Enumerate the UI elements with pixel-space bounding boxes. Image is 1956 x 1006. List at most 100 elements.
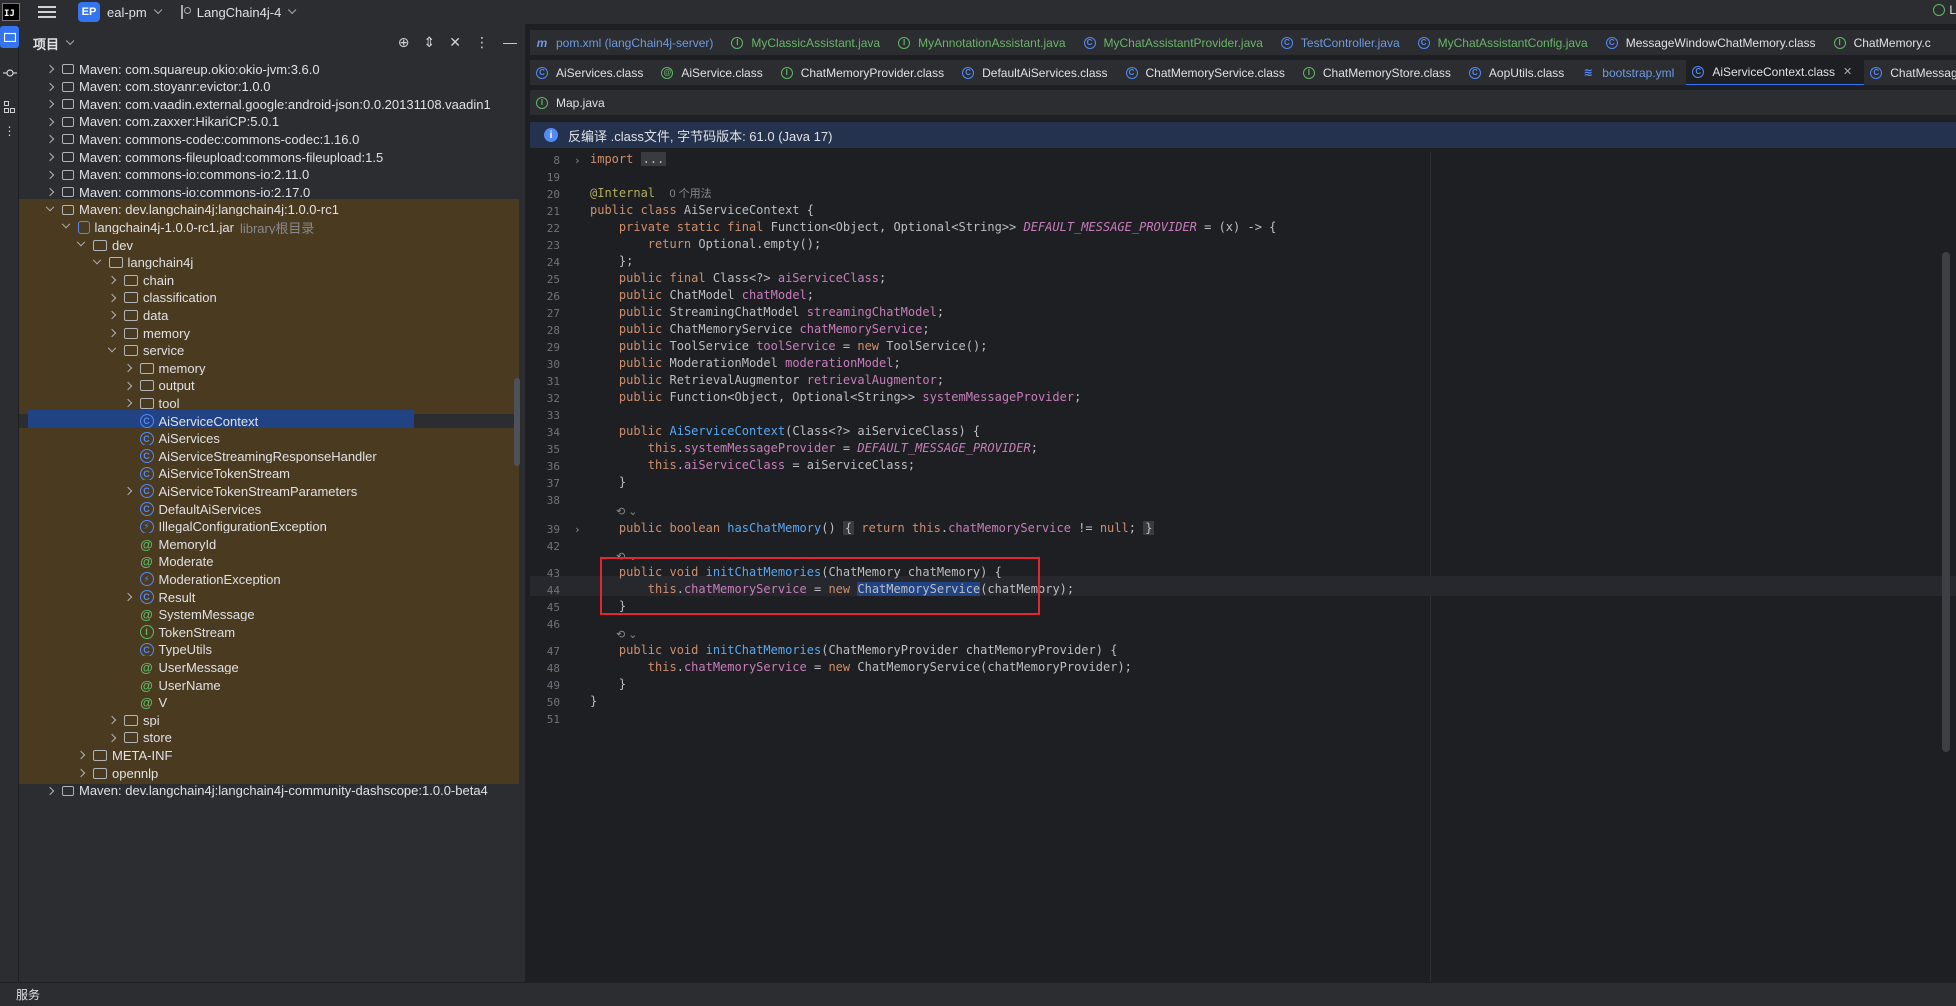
chevron-down-icon[interactable]	[65, 36, 75, 46]
tree-item-label: DefaultAiServices	[158, 501, 262, 517]
chevron-right-icon[interactable]	[44, 186, 56, 198]
line-number: 31	[546, 375, 560, 388]
titlebar-right[interactable]: L	[1933, 3, 1956, 17]
code-editor[interactable]: 8 19 20 21 22 23 24 25 26 27 28 29 30 31 32 33 34 35 36 37 3…	[530, 152, 1956, 982]
project-panel-title[interactable]: 项目	[33, 34, 59, 53]
chevron-right-icon[interactable]	[44, 116, 56, 128]
minimize-icon[interactable]: —	[503, 34, 517, 51]
chevron-down-icon[interactable]	[44, 204, 56, 216]
fold-toggle-icon[interactable]: ›	[574, 154, 581, 167]
branch-name[interactable]: LangChain4j-4	[197, 5, 282, 20]
chevron-right-icon[interactable]	[122, 397, 134, 409]
chevron-right-icon[interactable]	[44, 63, 56, 75]
editor-tab[interactable]: I ChatMemory.c	[1828, 30, 1943, 55]
editor-tab[interactable]: m pom.xml (langChain4j-server)	[530, 30, 725, 55]
editor-tab[interactable]: I Map.java	[530, 90, 617, 115]
chevron-right-icon[interactable]	[44, 169, 56, 181]
chevron-down-icon[interactable]	[288, 5, 297, 15]
chevron-right-icon[interactable]	[44, 785, 56, 797]
tree-item-label: memory	[143, 325, 190, 341]
close-tab-icon[interactable]: ✕	[1843, 65, 1852, 78]
chevron-right-icon[interactable]	[106, 714, 118, 726]
class-icon: C	[1692, 65, 1705, 78]
chevron-down-icon[interactable]	[91, 257, 103, 269]
editor-tab[interactable]: C AiServiceContext.class ✕	[1686, 60, 1865, 85]
editor-area: m pom.xml (langChain4j-server) I MyClassicA…	[530, 24, 1956, 982]
fold-toggle-icon[interactable]: ›	[574, 523, 581, 536]
services-label[interactable]: 服务	[16, 986, 40, 1003]
chevron-right-icon[interactable]	[106, 292, 118, 304]
chevron-right-icon[interactable]	[106, 309, 118, 321]
editor-tab[interactable]: C MyChatAssistantConfig.java	[1412, 30, 1600, 55]
editor-tab[interactable]: C MessageWindowChatMemory.class	[1600, 30, 1828, 55]
chevron-right-icon[interactable]	[44, 81, 56, 93]
expand-collapse-icon[interactable]: ⇕	[424, 34, 436, 51]
editor-tab[interactable]: I MyClassicAssistant.java	[725, 30, 892, 55]
editor-tab[interactable]: I MyAnnotationAssistant.java	[892, 30, 1077, 55]
tree-item-label: MemoryId	[158, 536, 217, 552]
line-number: 26	[546, 290, 560, 303]
chevron-right-icon[interactable]	[44, 151, 56, 163]
chevron-down-icon[interactable]	[153, 5, 163, 15]
options-icon[interactable]: ⋮	[475, 34, 489, 51]
chevron-right-icon[interactable]	[122, 362, 134, 374]
line-number: 19	[546, 171, 560, 184]
tree-scrollbar[interactable]	[514, 378, 520, 466]
editor-tab[interactable]: @ AiService.class	[655, 60, 774, 85]
editor-tab[interactable]: I ChatMemoryProvider.class	[775, 60, 956, 85]
editor-scrollbar[interactable]	[1942, 252, 1950, 752]
project-panel-header: 项目 ⊕ ⇕ ✕ ⋮ —	[19, 24, 525, 62]
tree-item-label: SystemMessage	[158, 607, 255, 623]
editor-tab[interactable]: ≋ bootstrap.yml	[1576, 60, 1686, 85]
locate-icon[interactable]: ⊕	[398, 34, 410, 51]
editor-tab[interactable]: C ChatMemoryService.class	[1120, 60, 1297, 85]
class-icon: C	[1417, 36, 1430, 49]
project-badge[interactable]: EP	[78, 2, 100, 22]
chevron-right-icon[interactable]	[106, 274, 118, 286]
editor-tab[interactable]: I ChatMemoryStore.class	[1297, 60, 1463, 85]
chevron-right-icon[interactable]	[75, 749, 87, 761]
chevron-right-icon[interactable]	[122, 485, 134, 497]
editor-tab[interactable]: C TestController.java	[1275, 30, 1412, 55]
structure-tool-button[interactable]	[0, 96, 19, 118]
more-icon: ⋮	[3, 124, 16, 138]
tree-item-label: tool	[158, 395, 180, 411]
chevron-down-icon[interactable]	[75, 239, 87, 251]
code-line: this.chatMemoryService = new ChatMemoryS…	[647, 660, 1132, 674]
more-tools-button[interactable]: ⋮	[0, 120, 19, 142]
commit-tool-button[interactable]	[0, 62, 19, 84]
chevron-right-icon[interactable]	[44, 98, 56, 110]
editor-tab[interactable]: C MyChatAssistantProvider.java	[1078, 30, 1275, 55]
line-number: 20	[546, 188, 560, 201]
folder-icon	[93, 239, 107, 251]
intellij-logo[interactable]: IJ	[2, 3, 20, 21]
chevron-right-icon[interactable]	[106, 327, 118, 339]
chevron-right-icon[interactable]	[122, 591, 134, 603]
editor-tab[interactable]: C DefaultAiServices.class	[956, 60, 1119, 85]
library-icon	[62, 152, 74, 162]
chevron-down-icon[interactable]	[106, 345, 118, 357]
chevron-right-icon[interactable]	[106, 732, 118, 744]
project-name[interactable]: eal-pm	[107, 5, 147, 20]
annotation-icon: @	[140, 536, 153, 552]
chevron-down-icon[interactable]	[60, 221, 72, 233]
editor-tab[interactable]: C AiServices.class	[530, 60, 655, 85]
close-icon[interactable]: ✕	[449, 34, 461, 51]
chevron-right-icon[interactable]	[75, 767, 87, 779]
tree-item-label: Maven: dev.langchain4j:langchain4j-commu…	[79, 783, 488, 799]
exception-icon: ⚡	[139, 572, 154, 587]
folder-icon	[124, 309, 138, 321]
editor-tab[interactable]: C AopUtils.class	[1463, 60, 1576, 85]
editor-tab[interactable]: C ChatMessage	[1864, 60, 1956, 85]
project-tool-button[interactable]	[0, 26, 19, 48]
main-menu-icon[interactable]	[38, 6, 56, 18]
tree-item[interactable]: Maven: dev.langchain4j:langchain4j-commu…	[19, 780, 519, 802]
chevron-right-icon[interactable]	[44, 133, 56, 145]
annotation-icon: @	[661, 66, 674, 79]
tree-item-label: Maven: com.stoyanr:evictor:1.0.0	[79, 79, 271, 95]
project-tree[interactable]: Maven: com.squareup.okio:okio-jvm:3.6.0 M…	[19, 58, 519, 982]
chevron-right-icon[interactable]	[122, 380, 134, 392]
